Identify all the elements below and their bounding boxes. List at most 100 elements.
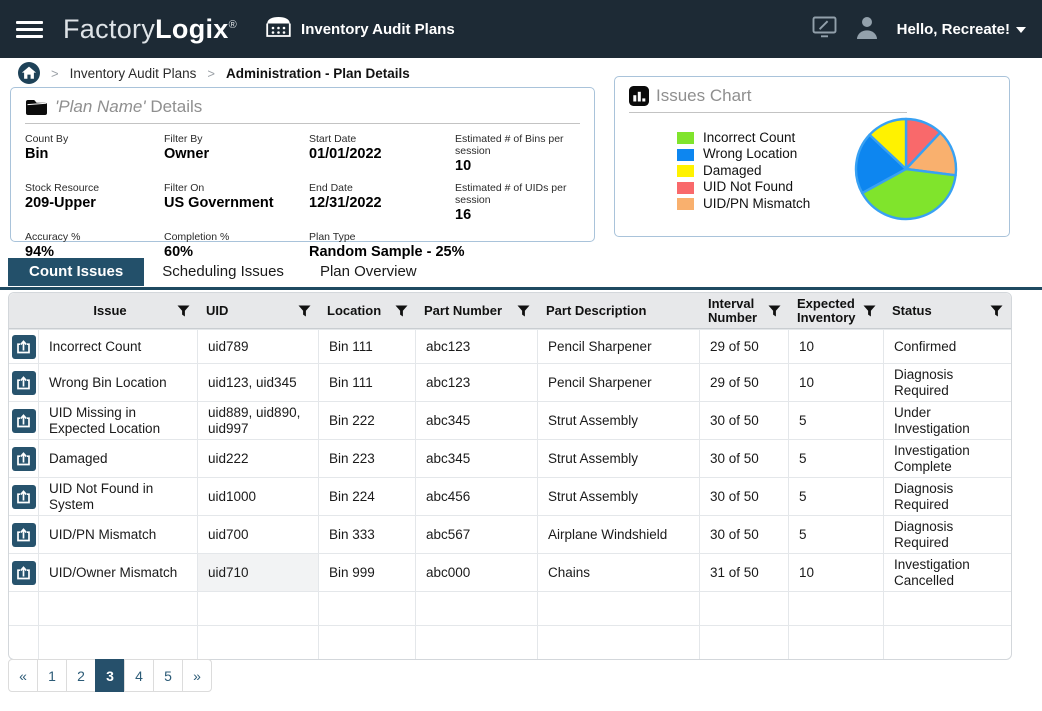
column-label: Issue — [47, 304, 173, 318]
user-menu[interactable]: Hello, Recreate! — [897, 21, 1026, 38]
empty-cell — [319, 591, 416, 625]
home-icon[interactable] — [18, 62, 40, 84]
row-action-cell — [9, 477, 39, 515]
field-start-date: Start Date01/01/2022 — [309, 133, 455, 174]
cell-status: Investigation Cancelled — [884, 553, 1011, 591]
field-completion: Completion %60% — [164, 231, 309, 260]
cell-uid: uid222 — [198, 439, 319, 477]
cell-issue: UID Missing in Expected Location — [39, 401, 198, 439]
open-issue-button[interactable] — [12, 371, 36, 395]
remote-monitor-icon[interactable] — [812, 16, 837, 43]
empty-cell — [9, 625, 39, 659]
legend-item-damaged: Damaged — [677, 163, 810, 180]
table-row: UID/PN Mismatchuid700Bin 333abc567Airpla… — [9, 515, 1011, 553]
open-issue-button[interactable] — [12, 447, 36, 471]
table-header: IssueUIDLocationPart NumberPart Descript… — [9, 293, 1011, 329]
user-avatar-icon[interactable] — [853, 13, 881, 45]
filter-icon[interactable] — [863, 305, 876, 317]
cell-interval-number: 30 of 50 — [700, 401, 789, 439]
row-action-cell — [9, 439, 39, 477]
column-header-location: Location — [319, 293, 416, 329]
folder-icon — [25, 99, 48, 116]
pagination-page-5[interactable]: 5 — [153, 659, 183, 692]
cell-status: Diagnosis Required — [884, 363, 1011, 401]
logo-registered-mark: ® — [229, 19, 237, 31]
cell-issue: UID/PN Mismatch — [39, 515, 198, 553]
field-estimated-of-bins-per-session: Estimated # of Bins per session10 — [455, 133, 580, 174]
filter-icon[interactable] — [395, 305, 408, 317]
cell-issue: UID/Owner Mismatch — [39, 553, 198, 591]
field-value: Bin — [25, 146, 164, 162]
open-issue-button[interactable] — [12, 523, 36, 547]
tab-count-issues[interactable]: Count Issues — [8, 258, 144, 286]
table-row: Wrong Bin Locationuid123, uid345Bin 111a… — [9, 363, 1011, 401]
cell-location: Bin 224 — [319, 477, 416, 515]
filter-icon[interactable] — [177, 305, 190, 317]
empty-table-row — [9, 625, 1011, 659]
open-issue-button[interactable] — [12, 561, 36, 585]
cell-issue: Wrong Bin Location — [39, 363, 198, 401]
row-action-cell — [9, 401, 39, 439]
pagination-page-4[interactable]: 4 — [124, 659, 154, 692]
app-header: FactoryLogix® Inventory Audit Plans — [0, 0, 1042, 58]
field-label: Completion % — [164, 231, 309, 243]
column-header-part-description: Part Description — [538, 293, 700, 329]
cell-expected-inventory: 5 — [789, 401, 884, 439]
cell-uid: uid710 — [198, 553, 319, 591]
row-action-cell — [9, 515, 39, 553]
open-issue-button[interactable] — [12, 485, 36, 509]
table-row: Damageduid222Bin 223abc345Strut Assembly… — [9, 439, 1011, 477]
table-row: UID Not Found in Systemuid1000Bin 224abc… — [9, 477, 1011, 515]
field-value: US Government — [164, 195, 309, 211]
tab-scheduling-issues[interactable]: Scheduling Issues — [144, 258, 302, 286]
pagination-prev-button[interactable]: « — [8, 659, 38, 692]
cell-location: Bin 111 — [319, 329, 416, 363]
field-label: Start Date — [309, 133, 455, 145]
cell-part-description: Chains — [538, 553, 700, 591]
empty-cell — [884, 625, 1011, 659]
issues-chart-panel: Issues Chart Incorrect CountWrong Locati… — [614, 76, 1010, 237]
pagination-page-1[interactable]: 1 — [37, 659, 67, 692]
cell-status: Under Investigation — [884, 401, 1011, 439]
field-label: Count By — [25, 133, 164, 145]
field-end-date: End Date12/31/2022 — [309, 182, 455, 223]
empty-cell — [538, 591, 700, 625]
breadcrumb-current-page: Administration - Plan Details — [226, 66, 410, 81]
empty-cell — [39, 591, 198, 625]
tab-plan-overview[interactable]: Plan Overview — [302, 258, 435, 286]
field-value: 01/01/2022 — [309, 146, 455, 162]
open-issue-button[interactable] — [12, 409, 36, 433]
empty-cell — [319, 625, 416, 659]
factory-icon — [265, 15, 292, 43]
cell-uid: uid789 — [198, 329, 319, 363]
row-action-cell — [9, 329, 39, 363]
table-row: UID/Owner Mismatchuid710Bin 999abc000Cha… — [9, 553, 1011, 591]
cell-location: Bin 333 — [319, 515, 416, 553]
column-label: Location — [327, 304, 391, 318]
row-action-cell — [9, 363, 39, 401]
open-issue-button[interactable] — [12, 335, 36, 359]
column-header-interval-number: Interval Number — [700, 293, 789, 329]
pagination-page-3[interactable]: 3 — [95, 659, 125, 692]
empty-cell — [884, 591, 1011, 625]
issues-pie-chart — [851, 114, 961, 229]
breadcrumb-inventory-audit-plans[interactable]: Inventory Audit Plans — [70, 66, 197, 81]
filter-icon[interactable] — [298, 305, 311, 317]
cell-part-number: abc345 — [416, 401, 538, 439]
field-value: 12/31/2022 — [309, 195, 455, 211]
cell-part-description: Pencil Sharpener — [538, 329, 700, 363]
empty-cell — [789, 591, 884, 625]
filter-icon[interactable] — [517, 305, 530, 317]
cell-status: Diagnosis Required — [884, 477, 1011, 515]
pie-legend: Incorrect CountWrong LocationDamagedUID … — [677, 130, 810, 213]
cell-interval-number: 29 of 50 — [700, 363, 789, 401]
plan-details-panel: 'Plan Name' Details Count ByBinFilter By… — [10, 87, 595, 242]
cell-part-description: Strut Assembly — [538, 439, 700, 477]
menu-icon[interactable] — [16, 17, 43, 42]
pagination-page-2[interactable]: 2 — [66, 659, 96, 692]
pagination-next-button[interactable]: » — [182, 659, 212, 692]
filter-icon[interactable] — [990, 305, 1003, 317]
cell-part-number: abc567 — [416, 515, 538, 553]
filter-icon[interactable] — [768, 305, 781, 317]
column-header-blank — [9, 293, 39, 329]
